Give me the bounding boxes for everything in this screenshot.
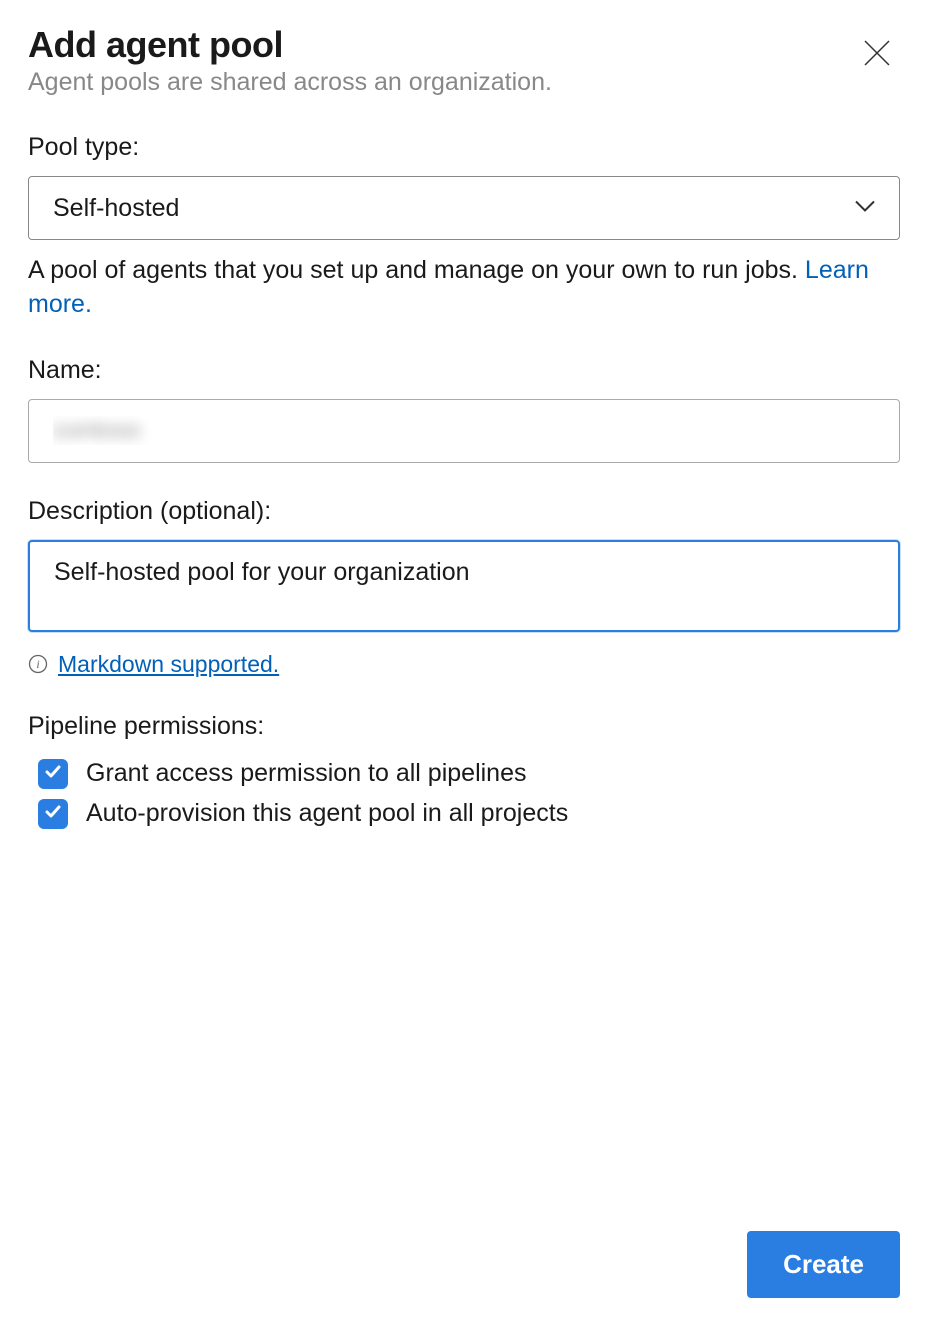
- pool-type-help-text: A pool of agents that you set up and man…: [28, 256, 805, 284]
- dialog-subtitle: Agent pools are shared across an organiz…: [28, 68, 552, 97]
- dialog-title: Add agent pool: [28, 24, 552, 66]
- markdown-supported-link[interactable]: Markdown supported.: [58, 651, 279, 678]
- description-label: Description (optional):: [28, 497, 900, 526]
- check-icon: [43, 761, 63, 786]
- close-button[interactable]: [854, 30, 900, 79]
- description-textarea[interactable]: [28, 540, 900, 632]
- permissions-label: Pipeline permissions:: [28, 712, 900, 741]
- name-label: Name:: [28, 356, 900, 385]
- name-input[interactable]: [28, 399, 900, 463]
- info-icon: i: [28, 654, 48, 674]
- grant-access-label: Grant access permission to all pipelines: [86, 759, 526, 788]
- close-icon: [862, 56, 892, 71]
- pool-type-label: Pool type:: [28, 133, 900, 162]
- create-button[interactable]: Create: [747, 1231, 900, 1298]
- auto-provision-checkbox[interactable]: [38, 799, 68, 829]
- svg-text:i: i: [36, 657, 39, 671]
- pool-type-help: A pool of agents that you set up and man…: [28, 254, 900, 322]
- auto-provision-label: Auto-provision this agent pool in all pr…: [86, 799, 568, 828]
- check-icon: [43, 801, 63, 826]
- pool-type-select[interactable]: Self-hosted: [28, 176, 900, 240]
- grant-access-checkbox[interactable]: [38, 759, 68, 789]
